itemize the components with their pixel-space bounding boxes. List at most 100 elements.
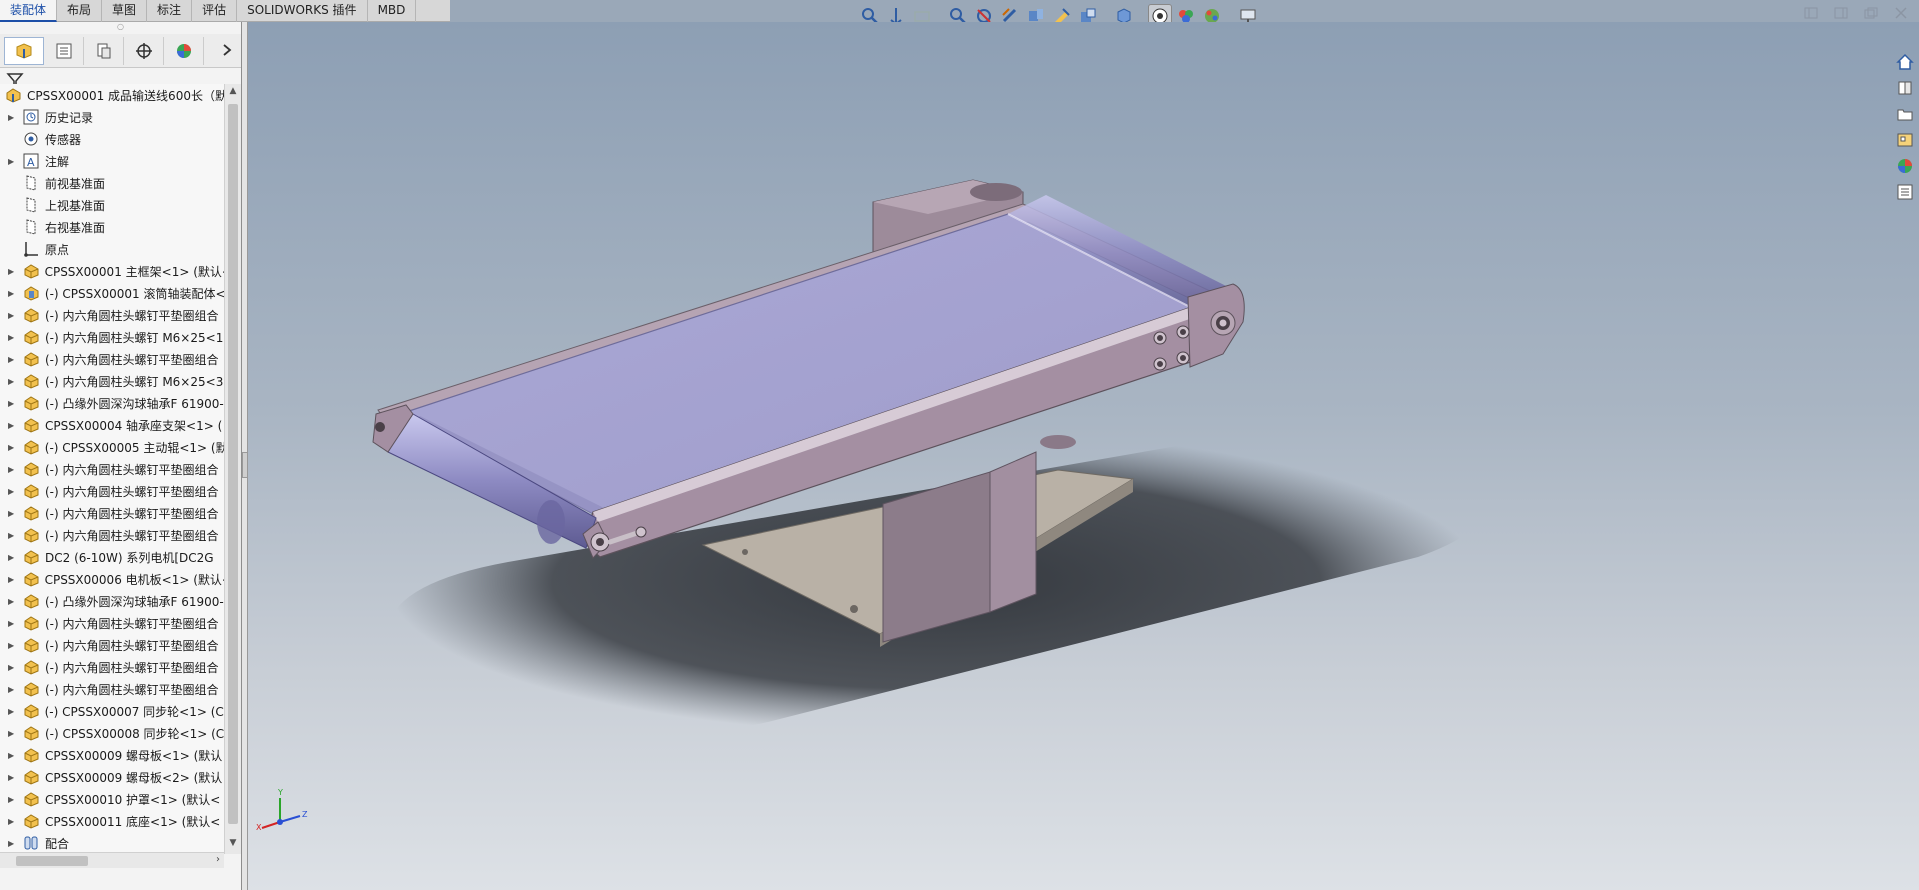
expand-arrow-icon[interactable]: ▶ xyxy=(8,465,18,474)
expand-arrow-icon[interactable]: ▶ xyxy=(8,443,18,452)
scroll-right-icon[interactable]: › xyxy=(216,854,220,865)
command-tab[interactable]: 装配体 xyxy=(0,0,58,22)
chevron-right-icon[interactable] xyxy=(219,42,235,58)
expand-arrow-icon[interactable]: ▶ xyxy=(8,509,18,518)
propertymanager-tab[interactable] xyxy=(44,36,84,65)
expand-arrow-icon[interactable]: ▶ xyxy=(8,311,18,320)
expand-arrow-icon[interactable]: ▶ xyxy=(8,685,18,694)
command-tab[interactable]: 标注 xyxy=(147,0,193,22)
tree-item[interactable]: ▶ (-) 内六角圆柱头螺钉平垫圈组合 xyxy=(0,612,224,634)
tree-item[interactable]: ▶ CPSSX00009 螺母板<2> (默认 xyxy=(0,766,224,788)
expand-arrow-icon[interactable]: ▶ xyxy=(8,355,18,364)
expand-arrow-icon[interactable]: ▶ xyxy=(8,817,18,826)
tree-item[interactable]: ▶ (-) CPSSX00008 同步轮<1> (C xyxy=(0,722,224,744)
command-tab[interactable]: 评估 xyxy=(192,0,238,22)
expand-arrow-icon[interactable]: ▶ xyxy=(8,399,18,408)
close-icon[interactable] xyxy=(1891,3,1911,23)
tree-item[interactable]: ▶ DC2 (6-10W) 系列电机[DC2G xyxy=(0,546,224,568)
expand-arrow-icon[interactable]: ▶ xyxy=(8,553,18,562)
expand-arrow-icon[interactable]: ▶ xyxy=(8,113,18,122)
expand-arrow-icon[interactable]: ▶ xyxy=(8,773,18,782)
expand-arrow-icon[interactable]: ▶ xyxy=(8,795,18,804)
command-tab[interactable]: SOLIDWORKS 插件 xyxy=(237,0,368,22)
expand-arrow-icon[interactable]: ▶ xyxy=(8,707,18,716)
tree-item[interactable]: ▶ CPSSX00010 护罩<1> (默认< xyxy=(0,788,224,810)
expand-arrow-icon[interactable]: ▶ xyxy=(8,839,18,848)
display-manager-tab[interactable] xyxy=(164,36,204,65)
tree-root-assembly[interactable]: CPSSX00001 成品输送线600长（默认 xyxy=(0,84,224,106)
tree-item[interactable]: ▶ 历史记录 xyxy=(0,106,224,128)
tree-item[interactable]: ▶ (-) 内六角圆柱头螺钉平垫圈组合 xyxy=(0,502,224,524)
tree-item[interactable]: ▶ (-) 内六角圆柱头螺钉平垫圈组合 xyxy=(0,458,224,480)
part-icon xyxy=(22,768,40,786)
expand-arrow-icon[interactable]: ▶ xyxy=(8,597,18,606)
command-tab[interactable]: 草图 xyxy=(102,0,148,22)
tree-item[interactable]: ▶ (-) 内六角圆柱头螺钉平垫圈组合 xyxy=(0,480,224,502)
panel-grip-icon[interactable]: ○ xyxy=(0,22,241,34)
tree-vertical-scrollbar[interactable]: ▲ ▼ xyxy=(224,84,241,854)
tree-item[interactable]: ▶ (-) 内六角圆柱头螺钉平垫圈组合 xyxy=(0,656,224,678)
tree-horizontal-scrollbar[interactable]: › xyxy=(0,852,224,868)
expand-arrow-icon[interactable]: ▶ xyxy=(8,751,18,760)
tree-item[interactable]: ▶ A 注解 xyxy=(0,150,224,172)
expand-arrow-icon[interactable]: ▶ xyxy=(8,641,18,650)
design-library-icon[interactable] xyxy=(1894,78,1916,98)
tree-item[interactable]: ▶ CPSSX00004 轴承座支架<1> ( xyxy=(0,414,224,436)
tree-item[interactable]: ▶ (-) 内六角圆柱头螺钉平垫圈组合 xyxy=(0,524,224,546)
tree-item[interactable]: ▶ (-) 内六角圆柱头螺钉平垫圈组合 xyxy=(0,348,224,370)
expand-arrow-icon[interactable]: ▶ xyxy=(8,729,18,738)
command-tab[interactable]: MBD xyxy=(368,0,417,22)
home-icon[interactable] xyxy=(1894,52,1916,72)
tree-item[interactable]: ▶ (-) 内六角圆柱头螺钉平垫圈组合 xyxy=(0,304,224,326)
expand-arrow-icon[interactable]: ▶ xyxy=(8,575,18,584)
graphics-area[interactable]: Y X Z xyxy=(248,22,1919,890)
tree-item[interactable]: ▶ (-) 内六角圆柱头螺钉平垫圈组合 xyxy=(0,634,224,656)
scroll-up-icon[interactable]: ▲ xyxy=(228,86,238,100)
configurationmanager-tab[interactable] xyxy=(84,36,124,65)
tree-item[interactable]: ▶ (-) 凸缘外圆深沟球轴承F 61900- xyxy=(0,590,224,612)
view-palette-icon[interactable] xyxy=(1894,130,1916,150)
expand-arrow-icon[interactable]: ▶ xyxy=(8,531,18,540)
expand-arrow-icon[interactable]: ▶ xyxy=(8,289,18,298)
tree-item[interactable]: ▶ 配合 xyxy=(0,832,224,854)
tree-item[interactable]: ▶传感器 xyxy=(0,128,224,150)
tree-item[interactable]: ▶前视基准面 xyxy=(0,172,224,194)
scroll-thumb[interactable] xyxy=(16,856,88,866)
tile-right-icon[interactable] xyxy=(1831,3,1851,23)
featuremanager-tab[interactable] xyxy=(4,36,44,65)
tree-item[interactable]: ▶原点 xyxy=(0,238,224,260)
expand-arrow-icon[interactable]: ▶ xyxy=(8,487,18,496)
tree-item[interactable]: ▶ (-) 内六角圆柱头螺钉平垫圈组合 xyxy=(0,678,224,700)
restore-icon[interactable] xyxy=(1861,3,1881,23)
tree-item[interactable]: ▶ CPSSX00009 螺母板<1> (默认 xyxy=(0,744,224,766)
tree-item[interactable]: ▶ (-) CPSSX00005 主动辊<1> (默 xyxy=(0,436,224,458)
tree-item[interactable]: ▶上视基准面 xyxy=(0,194,224,216)
expand-arrow-icon[interactable]: ▶ xyxy=(8,157,18,166)
dimxpert-icon xyxy=(135,42,152,59)
tile-left-icon[interactable] xyxy=(1801,3,1821,23)
custom-properties-icon[interactable] xyxy=(1894,182,1916,202)
dimxpert-tab[interactable] xyxy=(124,36,164,65)
conveyor-model[interactable] xyxy=(248,22,1919,890)
tree-item[interactable]: ▶右视基准面 xyxy=(0,216,224,238)
tree-item[interactable]: ▶ CPSSX00006 电机板<1> (默认< xyxy=(0,568,224,590)
expand-arrow-icon[interactable]: ▶ xyxy=(8,333,18,342)
scroll-down-icon[interactable]: ▼ xyxy=(228,838,238,852)
tree-item[interactable]: ▶ (-) 内六角圆柱头螺钉 M6×25<1 xyxy=(0,326,224,348)
appearances-icon[interactable] xyxy=(1894,156,1916,176)
tree-item[interactable]: ▶ CPSSX00001 主框架<1> (默认< xyxy=(0,260,224,282)
expand-arrow-icon[interactable]: ▶ xyxy=(8,267,18,276)
tree-item[interactable]: ▶ (-) CPSSX00001 滚筒轴装配体< xyxy=(0,282,224,304)
expand-arrow-icon[interactable]: ▶ xyxy=(8,421,18,430)
tree-item[interactable]: ▶ (-) CPSSX00007 同步轮<1> (CE xyxy=(0,700,224,722)
assembly-icon xyxy=(4,86,22,104)
tree-item[interactable]: ▶ CPSSX00011 底座<1> (默认< xyxy=(0,810,224,832)
expand-arrow-icon[interactable]: ▶ xyxy=(8,619,18,628)
scroll-thumb[interactable] xyxy=(228,104,238,824)
tree-item[interactable]: ▶ (-) 凸缘外圆深沟球轴承F 61900- xyxy=(0,392,224,414)
expand-arrow-icon[interactable]: ▶ xyxy=(8,377,18,386)
file-explorer-icon[interactable] xyxy=(1894,104,1916,124)
tree-item[interactable]: ▶ (-) 内六角圆柱头螺钉 M6×25<3 xyxy=(0,370,224,392)
command-tab[interactable]: 布局 xyxy=(57,0,103,22)
expand-arrow-icon[interactable]: ▶ xyxy=(8,663,18,672)
